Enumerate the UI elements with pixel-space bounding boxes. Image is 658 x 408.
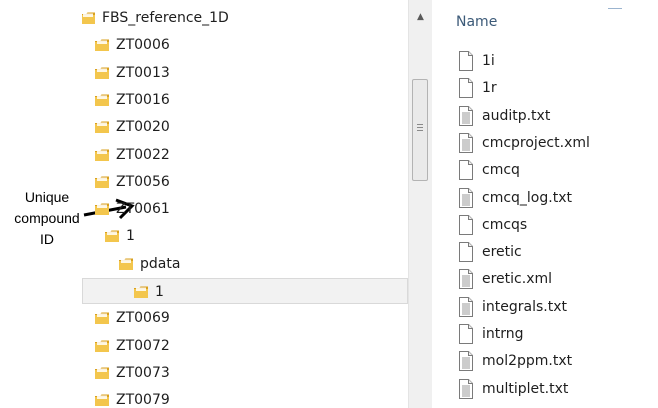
file-item[interactable]: integrals.txt bbox=[458, 294, 658, 321]
file-item[interactable]: cmcqs bbox=[458, 212, 658, 239]
file-item-label: intrng bbox=[482, 326, 524, 342]
tree-item-label: ZT0020 bbox=[116, 119, 170, 136]
file-item-label: auditp.txt bbox=[482, 107, 551, 124]
tree-item[interactable]: ZT0016 bbox=[82, 87, 408, 114]
tree-item[interactable]: pdata bbox=[82, 251, 408, 278]
tree-scrollbar[interactable]: ▲ bbox=[408, 0, 432, 408]
folder-icon bbox=[105, 230, 119, 243]
text-file-icon bbox=[459, 351, 473, 372]
file-item[interactable]: eretic bbox=[458, 239, 658, 266]
scroll-up-arrow-icon[interactable]: ▲ bbox=[409, 0, 432, 34]
folder-tree-pane[interactable]: FBS_reference_1D ZT0006 ZT0013 ZT0016 ZT0020… bbox=[82, 0, 408, 408]
thumb-grip bbox=[417, 124, 423, 132]
tree-item-label: ZT0016 bbox=[116, 91, 170, 108]
folder-icon bbox=[95, 203, 109, 216]
tree-item-label: ZT0056 bbox=[116, 173, 170, 190]
tree-item-label: ZT0072 bbox=[116, 337, 170, 354]
file-list-pane[interactable]: Name 1i 1r auditp.txt cmcproject.xml cmcq cmc… bbox=[432, 0, 658, 408]
folder-icon bbox=[95, 312, 109, 325]
tree-item[interactable]: ZT0061 bbox=[82, 196, 408, 223]
tree-item[interactable]: 1 bbox=[82, 278, 408, 304]
file-icon bbox=[459, 78, 473, 99]
annotation-label: Unique compound ID bbox=[14, 189, 80, 247]
file-item[interactable]: cmcproject.xml bbox=[458, 130, 658, 157]
tree-item[interactable]: 1 bbox=[82, 223, 408, 250]
folder-icon bbox=[95, 367, 109, 379]
tree-item[interactable]: ZT0079 bbox=[82, 387, 408, 408]
file-icon bbox=[459, 214, 473, 235]
file-item-label: cmcqs bbox=[482, 216, 528, 233]
text-file-icon bbox=[459, 132, 473, 153]
file-item-label: cmcproject.xml bbox=[482, 134, 590, 151]
file-item[interactable]: 1r bbox=[458, 75, 658, 102]
tree-item-label: pdata bbox=[140, 255, 181, 272]
tree-item-label: 1 bbox=[126, 228, 135, 245]
tree-item[interactable]: ZT0073 bbox=[82, 360, 408, 387]
tree-item[interactable]: ZT0006 bbox=[82, 32, 408, 59]
tree-item-label: ZT0022 bbox=[116, 146, 170, 163]
folder-icon bbox=[95, 176, 109, 188]
tree-item[interactable]: ZT0020 bbox=[82, 114, 408, 141]
tree-item[interactable]: FBS_reference_1D bbox=[82, 5, 408, 32]
file-item-label: eretic.xml bbox=[482, 271, 553, 288]
file-item-label: mol2ppm.txt bbox=[482, 353, 573, 370]
tree-item-label: FBS_reference_1D bbox=[102, 10, 229, 26]
tree-item-label: ZT0006 bbox=[116, 37, 170, 54]
tree-item[interactable]: ZT0056 bbox=[82, 169, 408, 196]
file-item-label: multiplet.txt bbox=[482, 380, 569, 397]
text-file-icon bbox=[459, 378, 473, 399]
file-item-label: cmcq bbox=[482, 162, 520, 179]
tree-item-label: ZT0079 bbox=[116, 392, 170, 408]
tree-item[interactable]: ZT0022 bbox=[82, 142, 408, 169]
text-file-icon bbox=[459, 187, 473, 208]
file-icon bbox=[459, 51, 473, 71]
file-icon bbox=[459, 242, 473, 263]
file-icon bbox=[459, 160, 473, 181]
file-item[interactable]: mol2ppm.txt bbox=[458, 348, 658, 375]
text-file-icon bbox=[459, 269, 473, 290]
folder-icon bbox=[95, 149, 109, 161]
file-item[interactable]: eretic.xml bbox=[458, 266, 658, 293]
header-divider bbox=[608, 8, 622, 13]
file-item[interactable]: auditp.txt bbox=[458, 103, 658, 130]
file-item[interactable]: multiplet.txt bbox=[458, 376, 658, 403]
folder-icon bbox=[82, 12, 95, 24]
folder-icon bbox=[95, 340, 109, 352]
text-file-icon bbox=[459, 296, 473, 317]
tree-item[interactable]: ZT0013 bbox=[82, 60, 408, 87]
file-item-label: 1r bbox=[482, 80, 497, 97]
file-item-label: 1i bbox=[482, 53, 495, 69]
file-item[interactable]: cmcq bbox=[458, 157, 658, 184]
tree-item-label: 1 bbox=[155, 284, 164, 300]
folder-icon bbox=[95, 94, 109, 106]
tree-item-label: ZT0073 bbox=[116, 364, 170, 381]
file-item[interactable]: intrng bbox=[458, 321, 658, 348]
file-item-label: integrals.txt bbox=[482, 298, 567, 315]
tree-item-label: ZT0013 bbox=[116, 64, 170, 81]
file-item-label: eretic bbox=[482, 244, 522, 261]
folder-icon bbox=[119, 258, 133, 270]
folder-icon bbox=[95, 39, 109, 52]
column-header-name[interactable]: Name bbox=[456, 14, 497, 30]
annotation-area: Unique compound ID bbox=[0, 0, 82, 408]
file-item[interactable]: cmcq_log.txt bbox=[458, 185, 658, 212]
folder-icon bbox=[95, 121, 109, 134]
file-item-label: cmcq_log.txt bbox=[482, 189, 572, 206]
tree-item[interactable]: ZT0069 bbox=[82, 305, 408, 332]
folder-icon bbox=[134, 286, 148, 298]
scrollbar-thumb[interactable] bbox=[412, 79, 428, 181]
text-file-icon bbox=[459, 105, 473, 126]
tree-item-label: ZT0061 bbox=[116, 201, 170, 218]
tree-item[interactable]: ZT0072 bbox=[82, 333, 408, 360]
folder-icon bbox=[95, 394, 109, 407]
file-item[interactable]: 1i bbox=[458, 48, 658, 75]
tree-item-label: ZT0069 bbox=[116, 310, 170, 327]
file-icon bbox=[459, 324, 473, 344]
folder-icon bbox=[95, 67, 109, 79]
